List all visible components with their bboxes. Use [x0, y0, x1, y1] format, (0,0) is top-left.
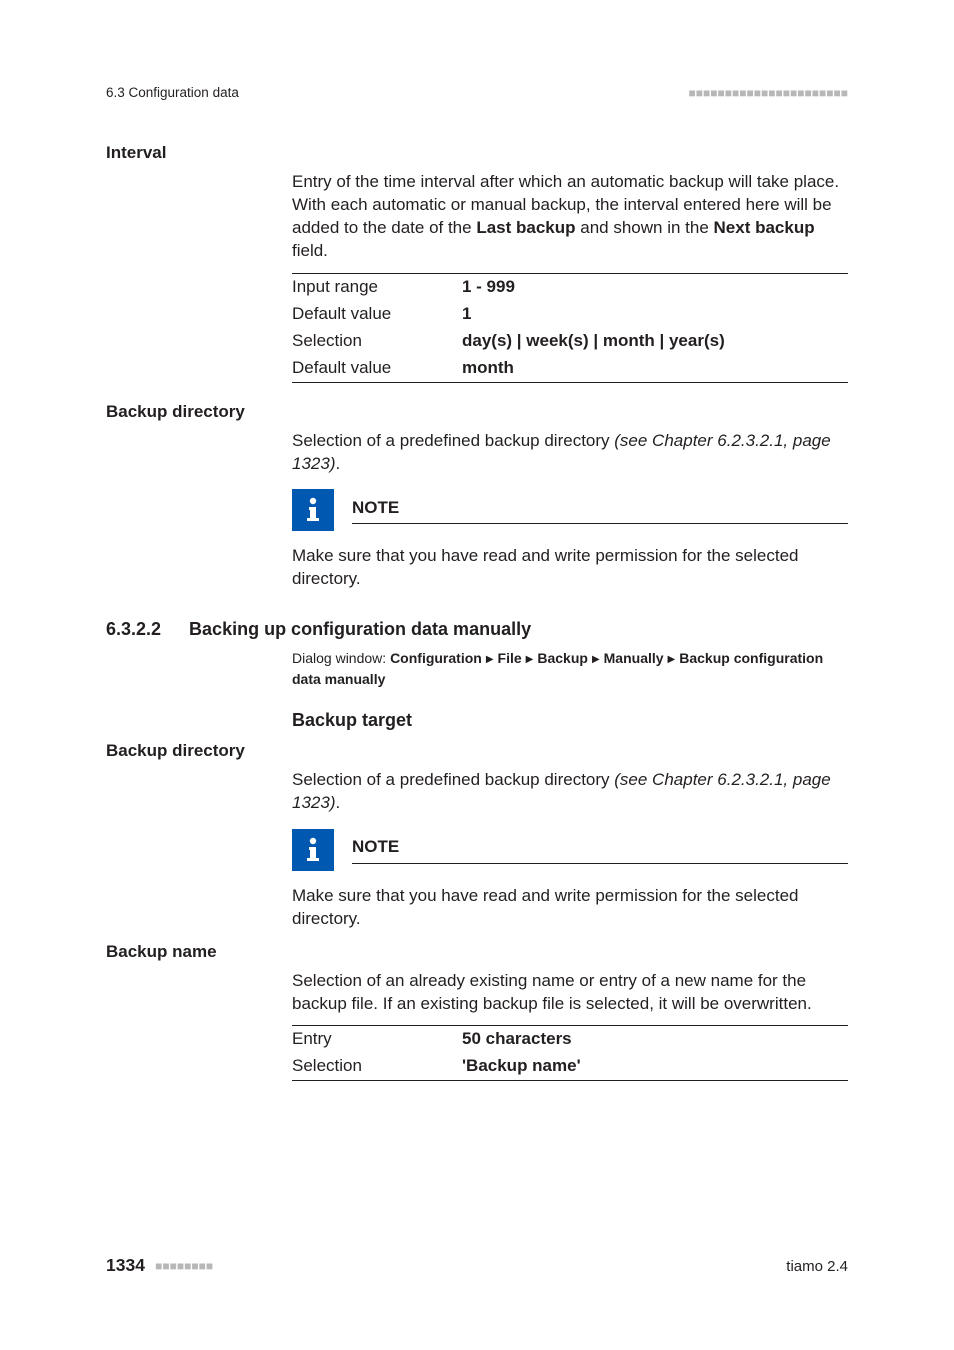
table-row: Entry50 characters: [292, 1026, 848, 1053]
table-row: Default value1: [292, 301, 848, 328]
note-head-1: NOTE: [292, 489, 848, 531]
backup-directory-paragraph-2: Selection of a predefined backup directo…: [292, 769, 848, 815]
info-icon: [292, 489, 334, 531]
note-rule-2: [352, 863, 848, 864]
triangle-icon: ▶: [482, 652, 498, 667]
backup-name-body: Selection of an already existing name or…: [292, 970, 848, 1082]
interval-spec-table: Input range1 - 999 Default value1 Select…: [292, 273, 848, 383]
backup-directory-section-2: Backup directory Selection of a predefin…: [106, 740, 848, 931]
section-number: 6.3.2.2: [106, 617, 161, 641]
footer: 1334 ■■■■■■■■ tiamo 2.4: [106, 1254, 848, 1278]
backup-name-paragraph: Selection of an already existing name or…: [292, 970, 848, 1016]
info-icon: [292, 829, 334, 871]
backup-directory-heading-2: Backup directory: [106, 740, 848, 763]
footer-left: 1334 ■■■■■■■■: [106, 1254, 213, 1278]
note-block-2: NOTE Make sure that you have read and wr…: [292, 829, 848, 931]
table-row: Input range1 - 999: [292, 273, 848, 300]
running-header: 6.3 Configuration data ■■■■■■■■■■■■■■■■■…: [106, 84, 848, 102]
backup-directory-section-1: Backup directory Selection of a predefin…: [106, 401, 848, 592]
interval-section: Interval Entry of the time interval afte…: [106, 142, 848, 382]
triangle-icon: ▶: [664, 652, 680, 667]
dialog-path: Dialog window: Configuration▶File▶Backup…: [292, 648, 848, 690]
note-body-2: Make sure that you have read and write p…: [292, 885, 848, 931]
table-row: Selection'Backup name': [292, 1053, 848, 1080]
interval-body: Entry of the time interval after which a…: [292, 171, 848, 383]
interval-paragraph: Entry of the time interval after which a…: [292, 171, 848, 263]
note-label-wrap-2: NOTE: [352, 836, 848, 864]
page-number: 1334: [106, 1255, 145, 1275]
backup-name-heading: Backup name: [106, 941, 848, 964]
triangle-icon: ▶: [588, 652, 604, 667]
note-block-1: NOTE Make sure that you have read and wr…: [292, 489, 848, 591]
header-ornament: ■■■■■■■■■■■■■■■■■■■■■■: [689, 85, 848, 101]
running-header-left: 6.3 Configuration data: [106, 84, 239, 102]
backup-directory-body-2: Selection of a predefined backup directo…: [292, 769, 848, 931]
section-heading: 6.3.2.2 Backing up configuration data ma…: [106, 617, 848, 641]
note-label-1: NOTE: [352, 497, 848, 522]
backup-target-heading: Backup target: [292, 708, 848, 732]
backup-directory-body-1: Selection of a predefined backup directo…: [292, 430, 848, 592]
triangle-icon: ▶: [522, 652, 538, 667]
table-row: Default valuemonth: [292, 355, 848, 382]
backup-directory-paragraph-1: Selection of a predefined backup directo…: [292, 430, 848, 476]
note-head-2: NOTE: [292, 829, 848, 871]
backup-name-section: Backup name Selection of an already exis…: [106, 941, 848, 1082]
page: 6.3 Configuration data ■■■■■■■■■■■■■■■■■…: [0, 0, 954, 1350]
note-label-2: NOTE: [352, 836, 848, 861]
note-rule-1: [352, 523, 848, 524]
section-title: Backing up configuration data manually: [189, 617, 531, 641]
footer-right: tiamo 2.4: [786, 1257, 848, 1277]
note-label-wrap-1: NOTE: [352, 497, 848, 525]
table-row: Selectionday(s) | week(s) | month | year…: [292, 328, 848, 355]
backup-directory-heading-1: Backup directory: [106, 401, 848, 424]
backup-name-spec-table: Entry50 characters Selection'Backup name…: [292, 1025, 848, 1081]
footer-ornament: ■■■■■■■■: [155, 1259, 213, 1273]
interval-heading: Interval: [106, 142, 848, 165]
note-body-1: Make sure that you have read and write p…: [292, 545, 848, 591]
